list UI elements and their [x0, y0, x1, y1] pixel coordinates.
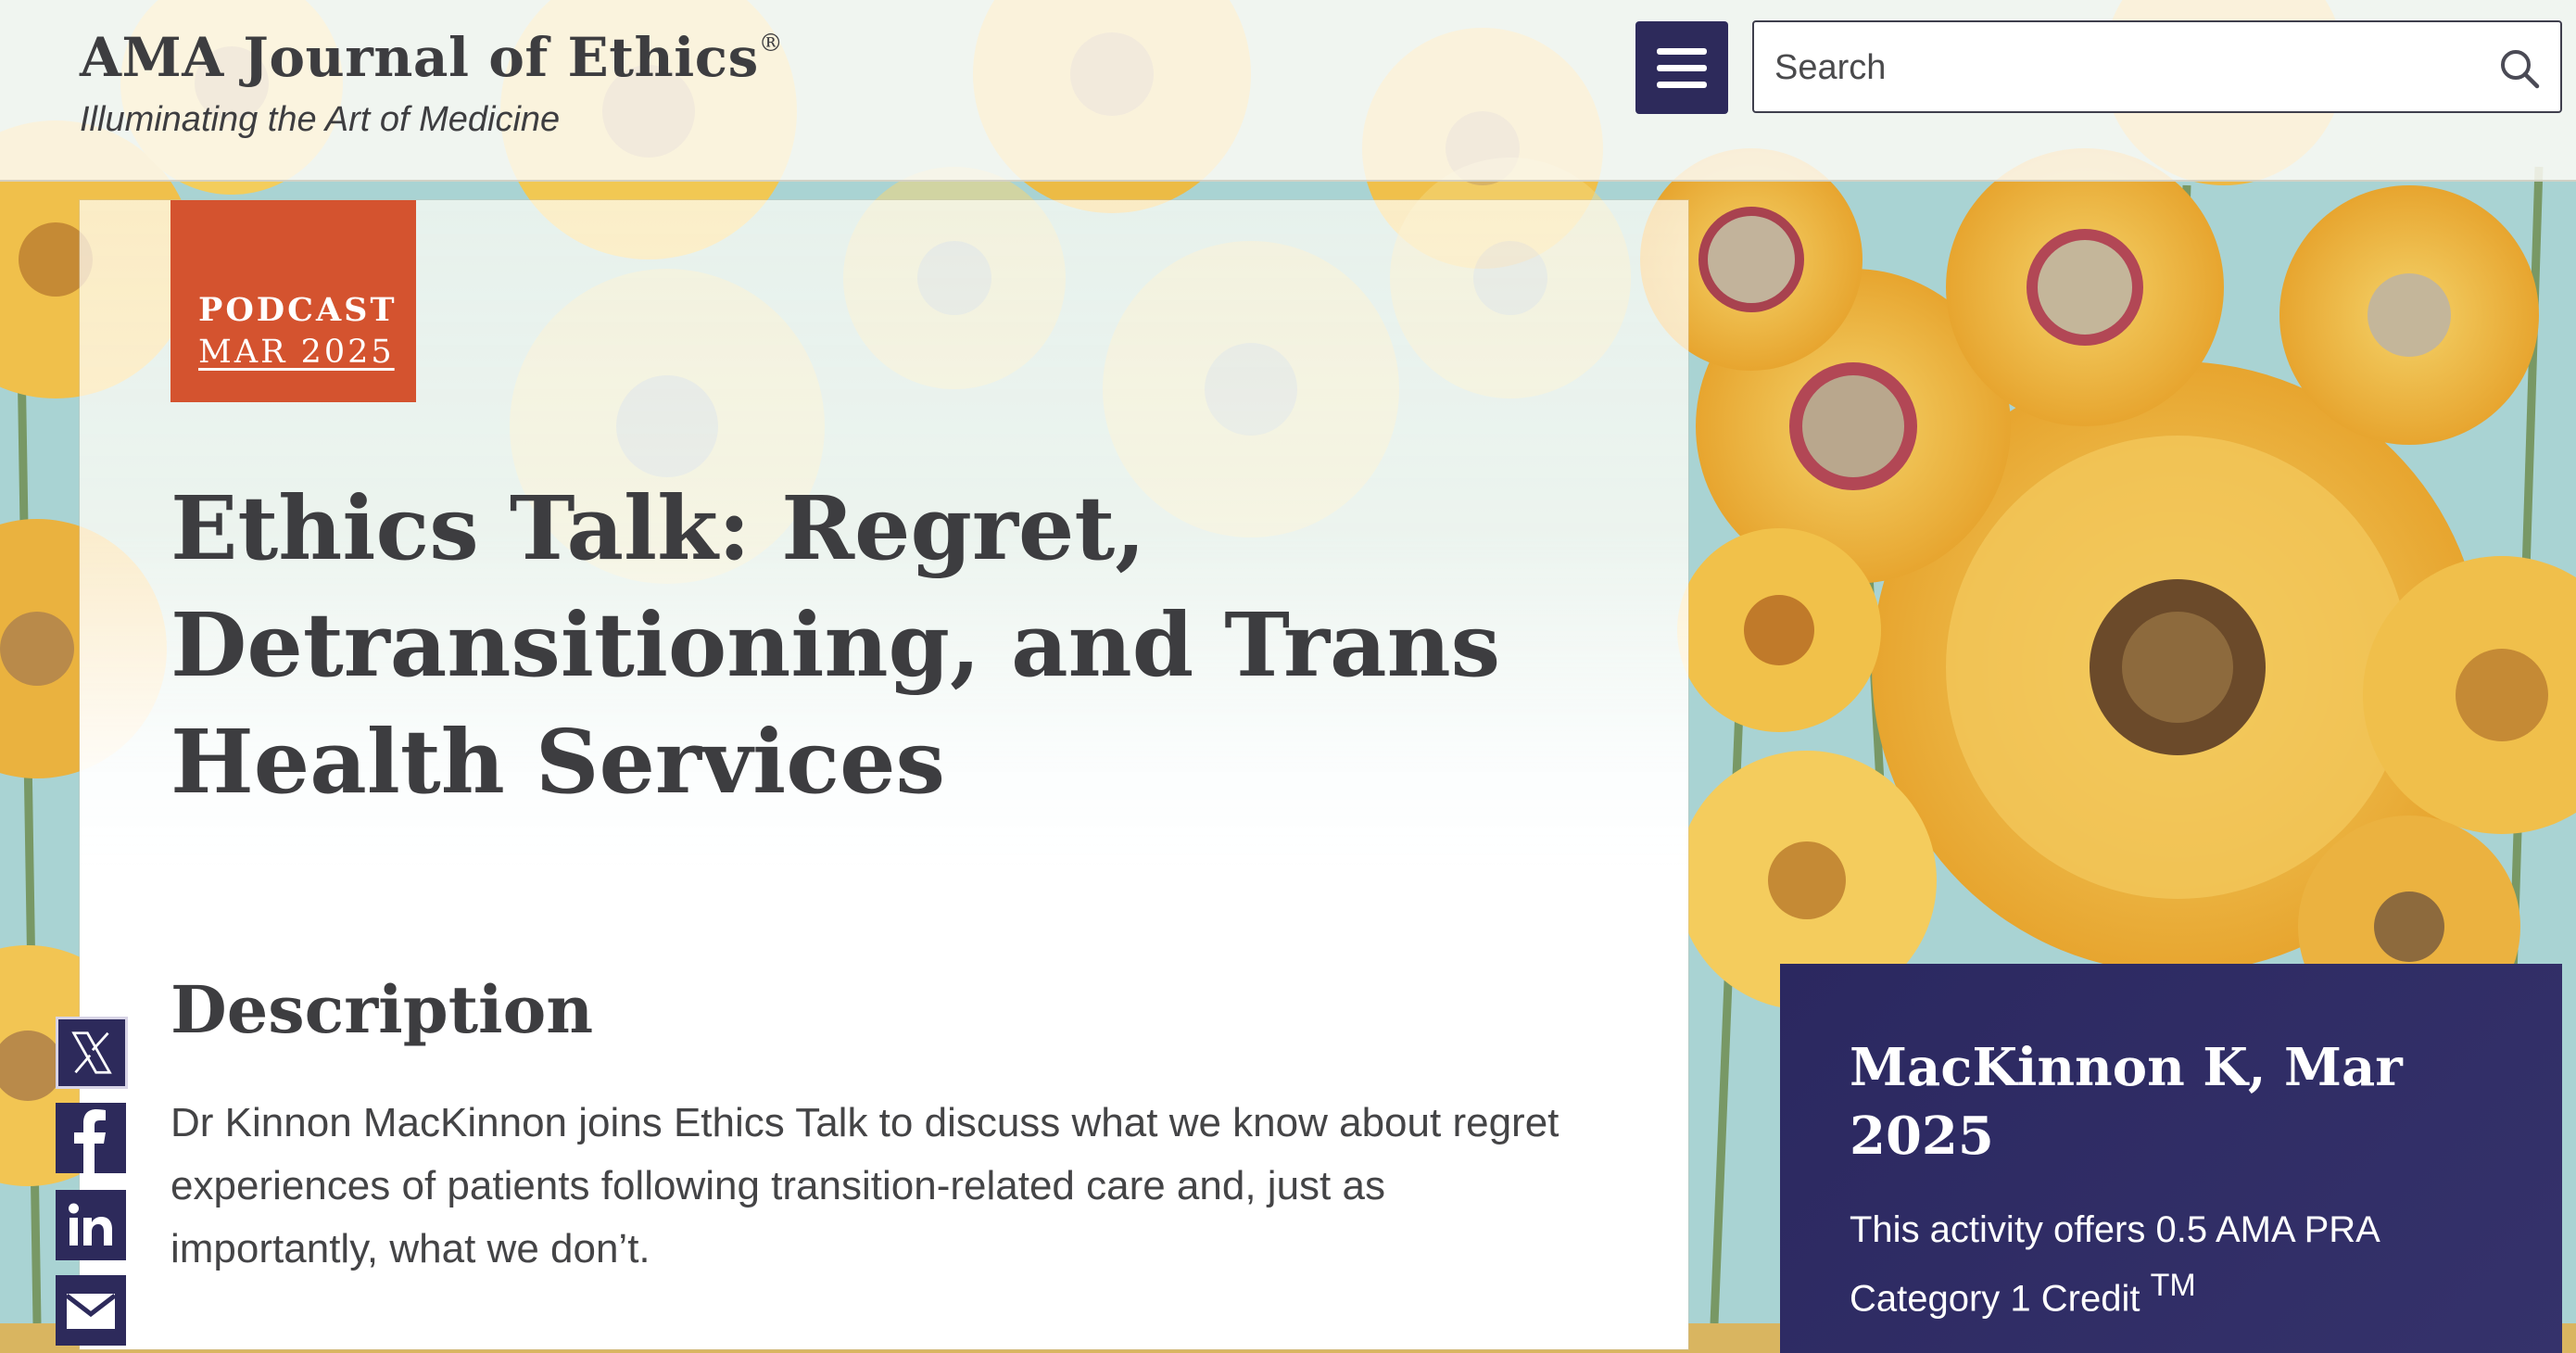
hamburger-menu-icon-bar [1657, 64, 1707, 71]
registered-mark: ® [758, 30, 784, 57]
cme-credit-text: This activity offers 0.5 AMA PRA Categor… [1850, 1201, 2498, 1327]
description-heading: Description [170, 971, 594, 1048]
description-text: Dr Kinnon MacKinnon joins Ethics Talk to… [170, 1100, 1559, 1271]
article-type-badge: PODCAST MAR 2025 [170, 200, 416, 402]
share-linkedin-button[interactable] [56, 1190, 126, 1260]
search-icon[interactable] [2497, 46, 2542, 91]
site-title-text[interactable]: AMA Journal of Ethics [80, 26, 759, 89]
x-twitter-icon [71, 1031, 112, 1074]
hamburger-menu-icon-bar [1657, 47, 1707, 55]
article-title: Ethics Talk: Regret, Detransitioning, an… [170, 477, 1501, 814]
share-facebook-button[interactable] [56, 1103, 126, 1173]
cme-info-box: MacKinnon K, Mar 2025 This activity offe… [1780, 964, 2562, 1353]
hamburger-menu-icon-bar [1657, 81, 1707, 88]
cme-credit-label: This activity offers 0.5 AMA PRA Categor… [1850, 1209, 2379, 1320]
issue-date-link[interactable]: MAR 2025 [198, 334, 395, 371]
share-email-button[interactable] [56, 1275, 126, 1346]
email-icon [65, 1294, 117, 1329]
cme-citation: MacKinnon K, Mar 2025 [1850, 1037, 2403, 1167]
article-type-label: PODCAST [198, 291, 398, 329]
site-tagline: Illuminating the Art of Medicine [80, 100, 561, 139]
search-box[interactable] [1752, 20, 2562, 113]
search-input[interactable] [1773, 22, 2481, 113]
hamburger-menu-button[interactable] [1635, 21, 1728, 114]
linkedin-icon [69, 1203, 112, 1246]
site-header: AMA Journal of Ethics® Illuminating the … [0, 0, 2576, 182]
site-title-link[interactable]: AMA Journal of Ethics® [80, 26, 783, 89]
trademark-mark: TM [2150, 1268, 2196, 1303]
facebook-icon [74, 1109, 106, 1173]
share-x-button[interactable] [56, 1017, 128, 1089]
